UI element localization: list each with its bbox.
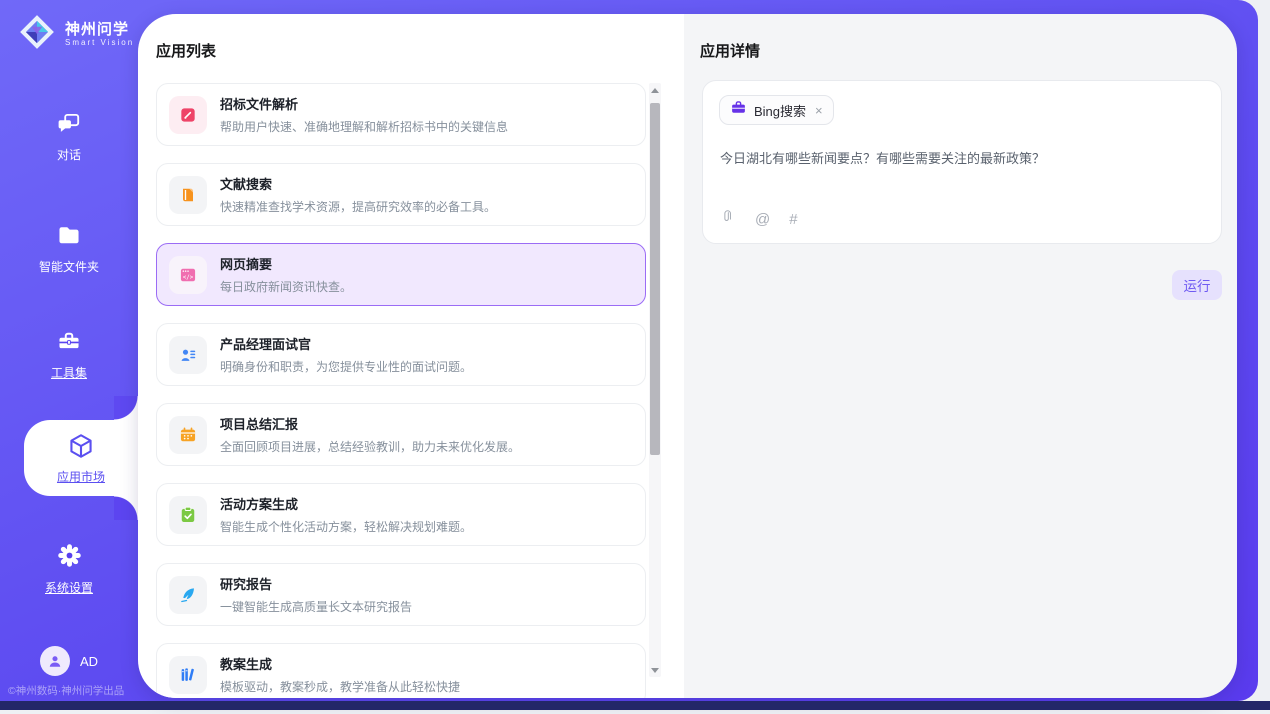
list-item-tender-parse[interactable]: 招标文件解析 帮助用户快速、准确地理解和解析招标书中的关键信息 [156, 83, 646, 146]
toolbox-icon [56, 328, 82, 357]
app-desc: 帮助用户快速、准确地理解和解析招标书中的关键信息 [220, 118, 508, 135]
app-title: 文献搜索 [220, 174, 496, 193]
app-desc: 模板驱动，教案秒成，教学准备从此轻松快捷 [220, 678, 460, 695]
copyright-footer: ©神州数码·神州问学出品 [8, 683, 138, 698]
content-area: 应用列表 招标文件解析 帮助用户快速、准确地理解和解析招标书中的关键信息 [138, 14, 1237, 698]
sidebar-item-app-market[interactable]: 应用市场 [24, 420, 138, 496]
scrollbar-thumb[interactable] [650, 103, 660, 455]
books-icon [169, 656, 207, 694]
avatar [40, 646, 70, 676]
app-desc: 一键智能生成高质量长文本研究报告 [220, 598, 412, 615]
prompt-input[interactable]: 今日湖北有哪些新闻要点？有哪些需要关注的最新政策？ [720, 149, 1205, 169]
logo-title: 神州问学 [65, 22, 134, 39]
app-title: 研究报告 [220, 574, 412, 593]
sidebar-item-toolset[interactable]: 工具集 [0, 328, 138, 381]
run-button[interactable]: 运行 [1172, 270, 1222, 300]
list-item-event-plan[interactable]: 活动方案生成 智能生成个性化活动方案，轻松解决规划难题。 [156, 483, 646, 546]
interviewer-icon [169, 336, 207, 374]
logo-subtitle: Smart Vision [65, 38, 134, 47]
user-name: AD [80, 654, 98, 669]
prompt-input-card[interactable]: Bing搜索 × 今日湖北有哪些新闻要点？有哪些需要关注的最新政策？ @ # [702, 80, 1222, 244]
app-desc: 智能生成个性化活动方案，轻松解决规划难题。 [220, 518, 472, 535]
svg-text:</>: </> [183, 274, 194, 280]
scroll-up-icon[interactable] [649, 84, 661, 96]
document-edit-icon [169, 96, 207, 134]
sidebar-item-label: 系统设置 [45, 579, 93, 596]
app-title: 网页摘要 [220, 254, 352, 273]
list-item-research-report[interactable]: 研究报告 一键智能生成高质量长文本研究报告 [156, 563, 646, 626]
mention-icon[interactable]: @ [755, 211, 770, 228]
tool-chip-label: Bing搜索 [754, 101, 806, 120]
user-account[interactable]: AD [0, 646, 138, 676]
quill-icon [169, 576, 207, 614]
app-title: 项目总结汇报 [220, 414, 520, 433]
cube-icon [67, 432, 95, 463]
app-desc: 明确身份和职责，为您提供专业性的面试问题。 [220, 358, 472, 375]
list-item-project-summary[interactable]: 项目总结汇报 全面回顾项目进展，总结经验教训，助力未来优化发展。 [156, 403, 646, 466]
list-item-lesson-plan[interactable]: 教案生成 模板驱动，教案秒成，教学准备从此轻松快捷 [156, 643, 646, 698]
app-logo: 神州问学 Smart Vision [18, 13, 134, 56]
sidebar-item-label: 应用市场 [57, 468, 105, 485]
app-title: 教案生成 [220, 654, 460, 673]
calendar-icon [169, 416, 207, 454]
scroll-down-icon[interactable] [649, 664, 661, 676]
app-title: 产品经理面试官 [220, 334, 472, 353]
taskbar-strip [0, 701, 1270, 710]
app-list-panel: 应用列表 招标文件解析 帮助用户快速、准确地理解和解析招标书中的关键信息 [138, 14, 684, 698]
app-detail-title: 应用详情 [700, 40, 760, 61]
paperclip-icon[interactable] [720, 209, 736, 230]
webpage-icon: </> [169, 256, 207, 294]
app-list-title: 应用列表 [156, 40, 216, 61]
chip-close-icon[interactable]: × [815, 103, 823, 118]
sidebar-item-label: 工具集 [51, 364, 87, 381]
sidebar-item-settings[interactable]: 系统设置 [0, 542, 138, 596]
clipboard-check-icon [169, 496, 207, 534]
list-item-pm-interviewer[interactable]: 产品经理面试官 明确身份和职责，为您提供专业性的面试问题。 [156, 323, 646, 386]
attachment-toolbar: @ # [720, 209, 798, 230]
app-list: 招标文件解析 帮助用户快速、准确地理解和解析招标书中的关键信息 文献搜索 [156, 83, 646, 698]
app-detail-panel: 应用详情 Bing搜索 × 今日湖北有哪些新闻要点？有哪些需要关注的最新政策？ [684, 14, 1237, 698]
logo-diamond-icon [18, 13, 56, 56]
app-desc: 快速精准查找学术资源，提高研究效率的必备工具。 [220, 198, 496, 215]
list-item-web-summary[interactable]: </> 网页摘要 每日政府新闻资讯快查。 [156, 243, 646, 306]
tab-notch-top [114, 396, 138, 420]
sidebar-item-smart-folder[interactable]: 智能文件夹 [0, 222, 138, 275]
app-window: 神州问学 Smart Vision 对话 智能文件夹 [0, 0, 1258, 701]
app-title: 活动方案生成 [220, 494, 472, 513]
book-icon [169, 176, 207, 214]
gear-icon [56, 542, 83, 572]
hash-icon[interactable]: # [789, 211, 797, 228]
folder-icon [56, 222, 82, 251]
tool-chip-bing-search[interactable]: Bing搜索 × [719, 95, 834, 125]
app-title: 招标文件解析 [220, 94, 508, 113]
app-desc: 全面回顾项目进展，总结经验教训，助力未来优化发展。 [220, 438, 520, 455]
sidebar-item-label: 对话 [57, 146, 81, 163]
chat-icon [56, 110, 82, 139]
briefcase-icon [730, 99, 747, 121]
sidebar-item-label: 智能文件夹 [39, 258, 99, 275]
list-scrollbar[interactable] [649, 83, 661, 677]
app-desc: 每日政府新闻资讯快查。 [220, 278, 352, 295]
list-item-literature-search[interactable]: 文献搜索 快速精准查找学术资源，提高研究效率的必备工具。 [156, 163, 646, 226]
sidebar-item-chat[interactable]: 对话 [0, 110, 138, 163]
tab-notch-bottom [114, 496, 138, 520]
